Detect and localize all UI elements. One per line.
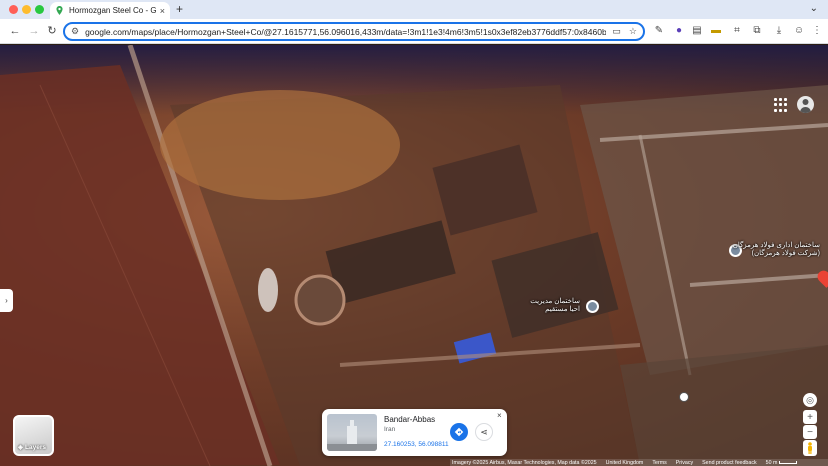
url-text[interactable]: google.com/maps/place/Hormozgan+Steel+Co…	[85, 27, 606, 37]
directions-icon	[454, 427, 464, 437]
layers-button[interactable]: ◈ Layers	[13, 415, 54, 456]
scale-label[interactable]: 50 m	[766, 460, 797, 466]
close-window-button[interactable]	[9, 5, 18, 14]
layers-text: Layers	[25, 443, 46, 451]
card-title: Bandar-Abbas	[384, 415, 436, 424]
scale-text: 50 m	[765, 459, 778, 466]
map-poi-marker[interactable]	[679, 392, 689, 402]
layers-icon: ◈	[18, 444, 23, 451]
forward-arrow-icon[interactable]: →	[27, 24, 41, 38]
zoom-out-button[interactable]: −	[803, 425, 817, 439]
region-link[interactable]: United Kingdom	[606, 460, 644, 466]
place-label-line: ساختمان اداری فولاد هرمزگان	[732, 242, 820, 249]
share-icon: ⋖	[480, 426, 488, 437]
place-label-line: احیا مستقیم	[545, 306, 580, 313]
terms-link[interactable]: Terms	[652, 460, 666, 466]
layers-label: ◈ Layers	[18, 443, 46, 452]
reload-icon[interactable]: ↻	[45, 24, 59, 38]
site-info-icon[interactable]: ⚙	[71, 26, 79, 37]
scale-bar	[778, 460, 797, 464]
satellite-map[interactable]: › ساختمان اداری فولاد هرمزگان (شرکت فولا…	[0, 45, 828, 466]
map-attribution-bar: Imagery ©2025 Airbus, Maxar Technologies…	[450, 459, 828, 466]
ext-card-icon[interactable]: ▬	[710, 25, 722, 37]
pen-extension-icon[interactable]: ✎	[653, 25, 665, 37]
download-icon[interactable]: ⤓	[773, 25, 785, 37]
address-bar[interactable]: ⚙ google.com/maps/place/Hormozgan+Steel+…	[63, 22, 645, 41]
directions-button[interactable]	[450, 423, 468, 441]
extensions-puzzle-icon[interactable]: ⧉	[751, 25, 763, 37]
ext-doc-icon[interactable]: ▤	[691, 25, 703, 37]
privacy-link[interactable]: Privacy	[676, 460, 693, 466]
imagery-credit: Imagery ©2025 Airbus, Maxar Technologies…	[452, 459, 597, 466]
place-marker-management-building[interactable]	[586, 300, 599, 313]
card-coordinates[interactable]: 27.160253, 56.098811	[384, 441, 449, 448]
tab-search-chevron-icon[interactable]: ⌄	[810, 3, 818, 14]
my-location-button[interactable]: ◎	[803, 393, 817, 407]
tab-google-maps[interactable]: Hormozgan Steel Co - Google Maps ×	[50, 2, 170, 19]
street-view-pegman-icon[interactable]	[803, 440, 817, 456]
browser-window: Hormozgan Steel Co - Google Maps × + ⌄ ←…	[0, 0, 828, 466]
back-arrow-icon[interactable]: ←	[8, 24, 22, 38]
card-subtitle: Iran	[384, 426, 396, 433]
minimize-window-button[interactable]	[22, 5, 31, 14]
location-info-card[interactable]: Bandar-Abbas Iran 27.160253, 56.098811 ⋖…	[322, 409, 507, 456]
place-label-management-building[interactable]: ساختمان مدیریت احیا مستقیم	[500, 298, 580, 314]
menu-kebab-icon[interactable]: ⋮	[811, 25, 823, 37]
google-apps-icon[interactable]	[774, 98, 788, 112]
cast-icon[interactable]: ▭	[612, 26, 621, 37]
feedback-link[interactable]: Send product feedback	[702, 460, 756, 466]
star-icon[interactable]: ☆	[629, 26, 637, 37]
place-label-admin-building[interactable]: ساختمان اداری فولاد هرمزگان (شرکت فولاد …	[620, 242, 820, 258]
new-tab-button[interactable]: +	[176, 2, 183, 16]
location-thumbnail[interactable]	[327, 414, 377, 451]
card-close-icon[interactable]: ×	[497, 411, 502, 420]
maps-favicon-icon	[55, 6, 64, 15]
collapse-panel-button[interactable]: ›	[0, 289, 13, 312]
tab-strip: Hormozgan Steel Co - Google Maps × + ⌄	[0, 0, 828, 19]
account-avatar[interactable]	[797, 96, 814, 113]
tab-close-icon[interactable]: ×	[160, 6, 165, 16]
ext-crop-icon[interactable]: ⌗	[731, 25, 743, 37]
place-label-line: ساختمان مدیریت	[530, 298, 580, 305]
share-button[interactable]: ⋖	[475, 423, 493, 441]
zoom-in-button[interactable]: +	[803, 410, 817, 424]
maximize-window-button[interactable]	[35, 5, 44, 14]
place-label-line: (شرکت فولاد هرمزگان)	[751, 250, 820, 257]
profile-icon[interactable]: ☺	[793, 25, 805, 37]
target-icon: ◎	[806, 394, 814, 405]
browser-toolbar: ← → ↻ ⚙ google.com/maps/place/Hormozgan+…	[0, 19, 828, 44]
extension-badge-icon[interactable]: ●	[673, 25, 685, 37]
tab-title: Hormozgan Steel Co - Google Maps	[69, 6, 156, 15]
